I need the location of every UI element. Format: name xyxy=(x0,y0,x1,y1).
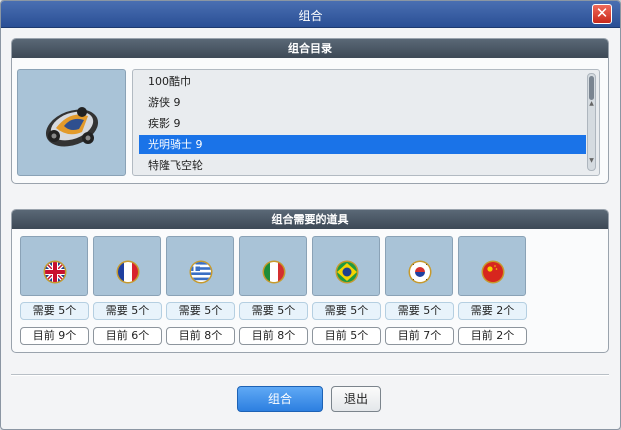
uk-flag-icon xyxy=(43,260,67,284)
owned-count: 目前 2个 xyxy=(458,327,527,345)
owned-count: 目前 8个 xyxy=(166,327,235,345)
china-flag-icon xyxy=(481,260,505,284)
required-count: 需要 5个 xyxy=(312,302,381,320)
owned-count: 目前 6个 xyxy=(93,327,162,345)
combine-button[interactable]: 组合 xyxy=(237,386,323,412)
owned-count: 目前 9个 xyxy=(20,327,89,345)
item-tile[interactable] xyxy=(385,236,453,296)
korea-flag-icon xyxy=(408,260,432,284)
greece-flag-icon xyxy=(189,260,213,284)
item-tile[interactable] xyxy=(93,236,161,296)
combo-list[interactable]: 100酷巾 游侠 9 疾影 9 光明骑士 9 特隆飞空轮 ▲ ▼ xyxy=(132,69,600,176)
item-tile[interactable] xyxy=(458,236,526,296)
required-count: 需要 5个 xyxy=(93,302,162,320)
list-item-selected[interactable]: 光明骑士 9 xyxy=(139,135,586,154)
required-count: 需要 5个 xyxy=(20,302,89,320)
list-item[interactable]: 游侠 9 xyxy=(139,93,586,112)
owned-count: 目前 7个 xyxy=(385,327,454,345)
list-item[interactable]: 特隆飞空轮 xyxy=(139,156,586,175)
dialog-title: 组合 xyxy=(298,9,323,23)
list-item[interactable]: 疾影 9 xyxy=(139,114,586,133)
exit-button[interactable]: 退出 xyxy=(331,386,381,412)
list-item[interactable]: 100酷巾 xyxy=(139,72,586,91)
list-scrollbar[interactable]: ▲ ▼ xyxy=(587,73,596,171)
item-tile[interactable] xyxy=(312,236,380,296)
required-count: 需要 5个 xyxy=(166,302,235,320)
owned-count: 目前 8个 xyxy=(239,327,308,345)
item-tile[interactable] xyxy=(166,236,234,296)
italy-flag-icon xyxy=(262,260,286,284)
divider xyxy=(11,374,609,376)
france-flag-icon xyxy=(116,260,140,284)
owned-count: 目前 5个 xyxy=(312,327,381,345)
kart-icon xyxy=(45,107,99,147)
scroll-up-icon[interactable]: ▲ xyxy=(588,100,595,107)
brazil-flag-icon xyxy=(335,260,359,284)
item-preview xyxy=(17,69,126,176)
scroll-thumb[interactable] xyxy=(589,76,594,100)
required-count: 需要 5个 xyxy=(239,302,308,320)
catalog-panel: 组合目录 100酷巾 游侠 9 疾影 9 光明骑士 9 特隆飞空轮 ▲ ▼ xyxy=(11,38,609,184)
catalog-header: 组合目录 xyxy=(12,39,608,58)
required-header: 组合需要的道具 xyxy=(12,210,608,229)
required-count: 需要 5个 xyxy=(385,302,454,320)
required-items-panel: 组合需要的道具 需要 5个 需要 5个 需要 5个 需要 5个 需要 5个 需要… xyxy=(11,209,609,353)
title-bar: 组合 ✕ xyxy=(1,1,620,28)
required-count: 需要 2个 xyxy=(458,302,527,320)
close-button[interactable]: ✕ xyxy=(592,4,612,24)
scroll-down-icon[interactable]: ▼ xyxy=(588,157,595,164)
item-tile[interactable] xyxy=(239,236,307,296)
combine-dialog: 组合 ✕ 组合目录 100酷巾 游侠 9 疾影 9 光明骑士 9 特隆飞空轮 ▲… xyxy=(0,0,621,430)
item-tile[interactable] xyxy=(20,236,88,296)
